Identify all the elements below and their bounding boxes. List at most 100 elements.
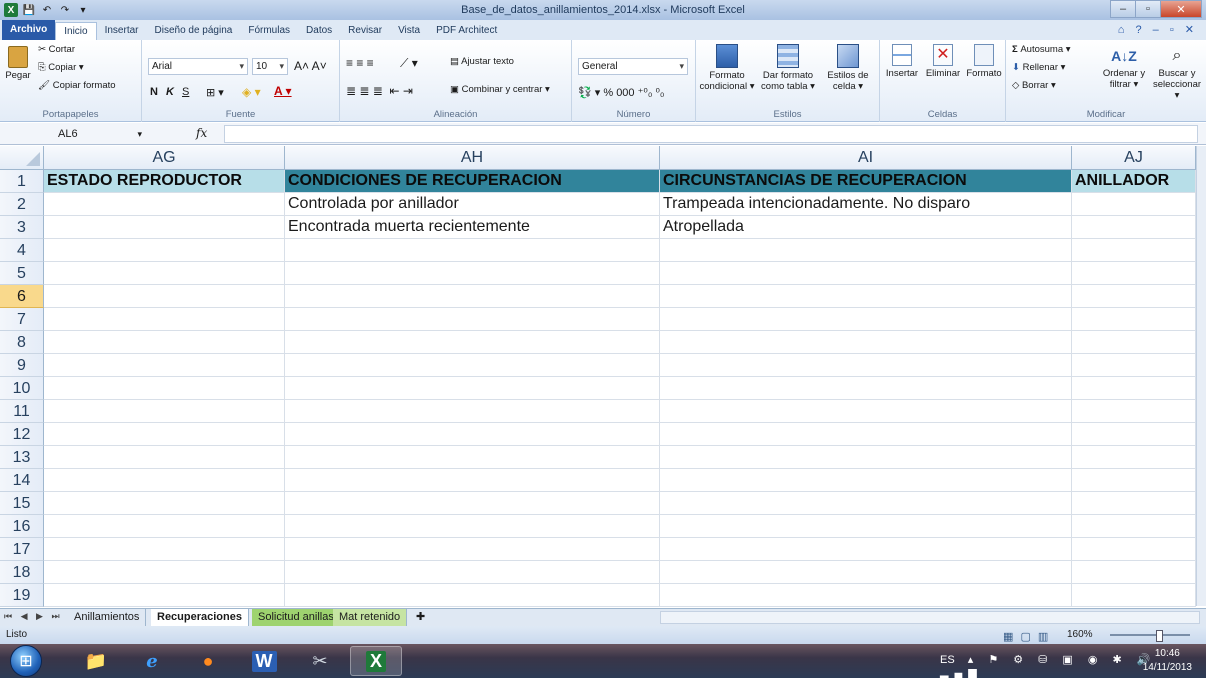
row-header-17[interactable]: 17	[0, 538, 44, 561]
row-header-15[interactable]: 15	[0, 492, 44, 515]
fill-button[interactable]: ⬇ Rellenar ▾	[1012, 62, 1065, 73]
cell-ai10[interactable]	[660, 377, 1072, 400]
tab-insertar[interactable]: Insertar	[97, 22, 147, 40]
cell-styles-button[interactable]: Estilos de celda ▾	[820, 44, 876, 92]
cell-ah15[interactable]	[285, 492, 660, 515]
cell-ai19[interactable]	[660, 584, 1072, 607]
clear-button[interactable]: ◇ Borrar ▾	[1012, 80, 1056, 91]
row-header-5[interactable]: 5	[0, 262, 44, 285]
row-header-16[interactable]: 16	[0, 515, 44, 538]
cell-ah2[interactable]: Controlada por anillador	[285, 193, 660, 216]
cell-ag13[interactable]	[44, 446, 285, 469]
horizontal-scrollbar[interactable]	[660, 611, 1200, 624]
cell-ai13[interactable]	[660, 446, 1072, 469]
cell-ai12[interactable]	[660, 423, 1072, 446]
snipping-tool-taskbar-icon[interactable]: ✂	[294, 646, 346, 676]
cell-ai11[interactable]	[660, 400, 1072, 423]
cell-ah5[interactable]	[285, 262, 660, 285]
cell-ag11[interactable]	[44, 400, 285, 423]
cell-ah16[interactable]	[285, 515, 660, 538]
maximize-button[interactable]: ▫	[1135, 0, 1161, 18]
cell-aj3[interactable]	[1072, 216, 1196, 239]
cell-aj17[interactable]	[1072, 538, 1196, 561]
row-header-4[interactable]: 4	[0, 239, 44, 262]
redo-icon[interactable]: ↷	[58, 3, 72, 17]
fill-color-icon[interactable]: ◈ ▾	[242, 85, 261, 99]
cell-aj1[interactable]: ANILLADOR	[1072, 170, 1196, 193]
tab-vista[interactable]: Vista	[390, 22, 428, 40]
close-button[interactable]: ✕	[1160, 0, 1202, 18]
format-as-table-button[interactable]: Dar formato como tabla ▾	[756, 44, 820, 92]
cell-ah6[interactable]	[285, 285, 660, 308]
explorer-taskbar-icon[interactable]: 📁	[70, 646, 122, 676]
align-left-icons[interactable]: ≣ ≣ ≣ ⇤ ⇥	[346, 84, 413, 98]
tab-formulas[interactable]: Fórmulas	[240, 22, 298, 40]
cell-ai2[interactable]: Trampeada intencionadamente. No disparo	[660, 193, 1072, 216]
column-header-ah[interactable]: AH	[285, 146, 660, 170]
cell-ai15[interactable]	[660, 492, 1072, 515]
column-header-ag[interactable]: AG	[44, 146, 285, 170]
vertical-scrollbar[interactable]	[1196, 146, 1206, 606]
font-color-icon[interactable]: A ▾	[274, 84, 292, 98]
cell-ag5[interactable]	[44, 262, 285, 285]
row-header-12[interactable]: 12	[0, 423, 44, 446]
row-header-13[interactable]: 13	[0, 446, 44, 469]
cell-ag1[interactable]: ESTADO REPRODUCTOR	[44, 170, 285, 193]
font-name-select[interactable]: Arial	[148, 58, 248, 75]
cell-ah17[interactable]	[285, 538, 660, 561]
row-header-1[interactable]: 1	[0, 170, 44, 193]
cell-ah11[interactable]	[285, 400, 660, 423]
zoom-level[interactable]: 160%	[1067, 626, 1093, 644]
internet-explorer-taskbar-icon[interactable]: e	[126, 646, 178, 676]
delete-cells-button[interactable]: ✕ Eliminar	[922, 44, 964, 79]
cell-ah18[interactable]	[285, 561, 660, 584]
start-button[interactable]: ⊞	[10, 645, 42, 677]
sort-filter-button[interactable]: A↓Z Ordenar y filtrar ▾	[1100, 44, 1148, 90]
insert-sheet-icon[interactable]: ✚	[410, 609, 432, 626]
qat-customize-icon[interactable]: ▾	[76, 3, 90, 17]
font-size-select[interactable]: 10	[252, 58, 288, 75]
cell-aj6[interactable]	[1072, 285, 1196, 308]
row-header-10[interactable]: 10	[0, 377, 44, 400]
firefox-taskbar-icon[interactable]: ●	[182, 646, 234, 676]
column-header-ai[interactable]: AI	[660, 146, 1072, 170]
row-header-6[interactable]: 6	[0, 285, 44, 308]
cell-ah10[interactable]	[285, 377, 660, 400]
cell-ag2[interactable]	[44, 193, 285, 216]
copy-button[interactable]: ⎘ Copiar ▾	[38, 62, 84, 73]
cell-ah13[interactable]	[285, 446, 660, 469]
cell-ag7[interactable]	[44, 308, 285, 331]
find-select-button[interactable]: ⌕ Buscar y seleccionar ▾	[1150, 44, 1204, 101]
excel-taskbar-icon[interactable]: X	[350, 646, 402, 676]
name-box-dropdown-icon[interactable]: ▾	[137, 126, 142, 143]
cell-ag10[interactable]	[44, 377, 285, 400]
italic-button[interactable]: K	[166, 86, 174, 98]
cell-ai3[interactable]: Atropellada	[660, 216, 1072, 239]
row-header-9[interactable]: 9	[0, 354, 44, 377]
tab-inicio[interactable]: Inicio	[55, 22, 97, 40]
cell-ai1[interactable]: CIRCUNSTANCIAS DE RECUPERACION	[660, 170, 1072, 193]
cell-ag17[interactable]	[44, 538, 285, 561]
tab-revisar[interactable]: Revisar	[340, 22, 390, 40]
sheet-tab-mat-retenido[interactable]: Mat retenido	[333, 609, 408, 626]
cell-ah19[interactable]	[285, 584, 660, 607]
sheet-tab-anillamientos[interactable]: Anillamientos	[68, 609, 147, 626]
cell-ai16[interactable]	[660, 515, 1072, 538]
cell-aj13[interactable]	[1072, 446, 1196, 469]
cell-aj7[interactable]	[1072, 308, 1196, 331]
grow-font-button[interactable]: A˄ A˅	[294, 59, 327, 73]
paste-button[interactable]: Pegar	[4, 46, 32, 81]
borders-icon[interactable]: ⊞ ▾	[206, 86, 224, 99]
cell-aj8[interactable]	[1072, 331, 1196, 354]
cell-aj12[interactable]	[1072, 423, 1196, 446]
formula-input[interactable]	[224, 125, 1198, 143]
sheet-tab-solicitud-anillas[interactable]: Solicitud anillas	[252, 609, 341, 626]
row-header-14[interactable]: 14	[0, 469, 44, 492]
number-format-select[interactable]: General	[578, 58, 688, 75]
cell-ag9[interactable]	[44, 354, 285, 377]
cell-ag19[interactable]	[44, 584, 285, 607]
system-clock[interactable]: 10:46 14/11/2013	[1143, 647, 1192, 675]
cell-ah3[interactable]: Encontrada muerta recientemente	[285, 216, 660, 239]
cell-ag4[interactable]	[44, 239, 285, 262]
insert-function-icon[interactable]: fx	[196, 126, 207, 140]
